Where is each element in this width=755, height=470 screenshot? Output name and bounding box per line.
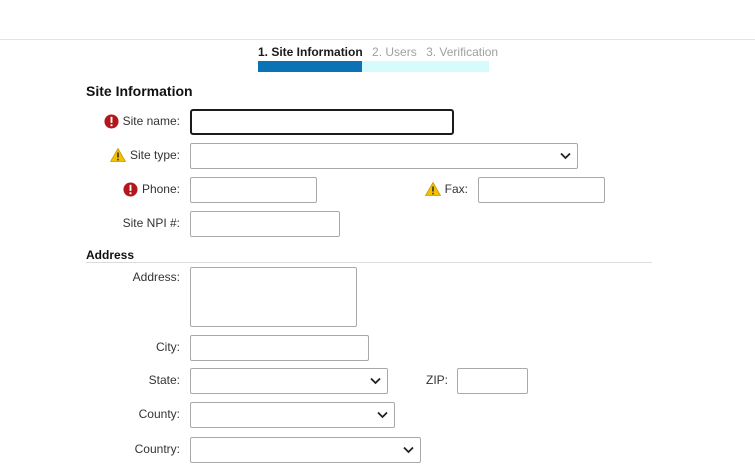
error-icon [123, 181, 138, 197]
chevron-down-icon [403, 446, 414, 454]
address-textarea[interactable] [190, 267, 357, 327]
address-label: Address: [132, 270, 180, 284]
step-site-information[interactable]: 1. Site Information [258, 45, 363, 59]
wizard-steps: 1. Site Information 2. Users 3. Verifica… [258, 45, 498, 59]
fax-label-text: Fax: [444, 182, 468, 196]
warning-icon [424, 182, 441, 196]
country-select[interactable] [190, 437, 421, 463]
section-title-site-information: Site Information [86, 83, 193, 99]
site-type-select[interactable] [190, 143, 578, 169]
site-name-label-text: Site name: [122, 114, 180, 128]
site-type-label-text: Site type: [129, 148, 180, 162]
fax-input[interactable] [478, 177, 605, 203]
site-setup-page: 1. Site Information 2. Users 3. Verifica… [0, 0, 755, 470]
header-divider [0, 39, 755, 40]
county-select[interactable] [190, 402, 395, 428]
zip-label: ZIP: [425, 373, 448, 387]
fax-label: Fax: [400, 179, 468, 199]
chevron-down-icon [370, 377, 381, 385]
wizard-progress-fill [258, 61, 362, 72]
county-label: County: [138, 407, 180, 421]
phone-label-text: Phone: [141, 182, 180, 196]
zip-input[interactable] [457, 368, 528, 394]
step-users[interactable]: 2. Users [372, 45, 417, 59]
chevron-down-icon [377, 411, 388, 419]
wizard-progress-bar [258, 61, 489, 72]
site-name-label: Site name: [90, 111, 180, 131]
site-type-label: Site type: [90, 145, 180, 165]
city-label: City: [156, 340, 180, 354]
step-verification[interactable]: 3. Verification [426, 45, 498, 59]
site-npi-label: Site NPI #: [122, 216, 180, 230]
address-divider [86, 262, 652, 263]
city-input[interactable] [190, 335, 369, 361]
site-name-input[interactable] [190, 109, 454, 135]
phone-label: Phone: [90, 179, 180, 199]
phone-input[interactable] [190, 177, 317, 203]
chevron-down-icon [560, 152, 571, 160]
error-icon [104, 113, 119, 129]
country-label: Country: [134, 442, 180, 456]
state-label: State: [148, 373, 180, 387]
site-npi-input[interactable] [190, 211, 340, 237]
state-select[interactable] [190, 368, 388, 394]
warning-icon [109, 148, 126, 162]
section-title-address: Address [86, 248, 135, 262]
